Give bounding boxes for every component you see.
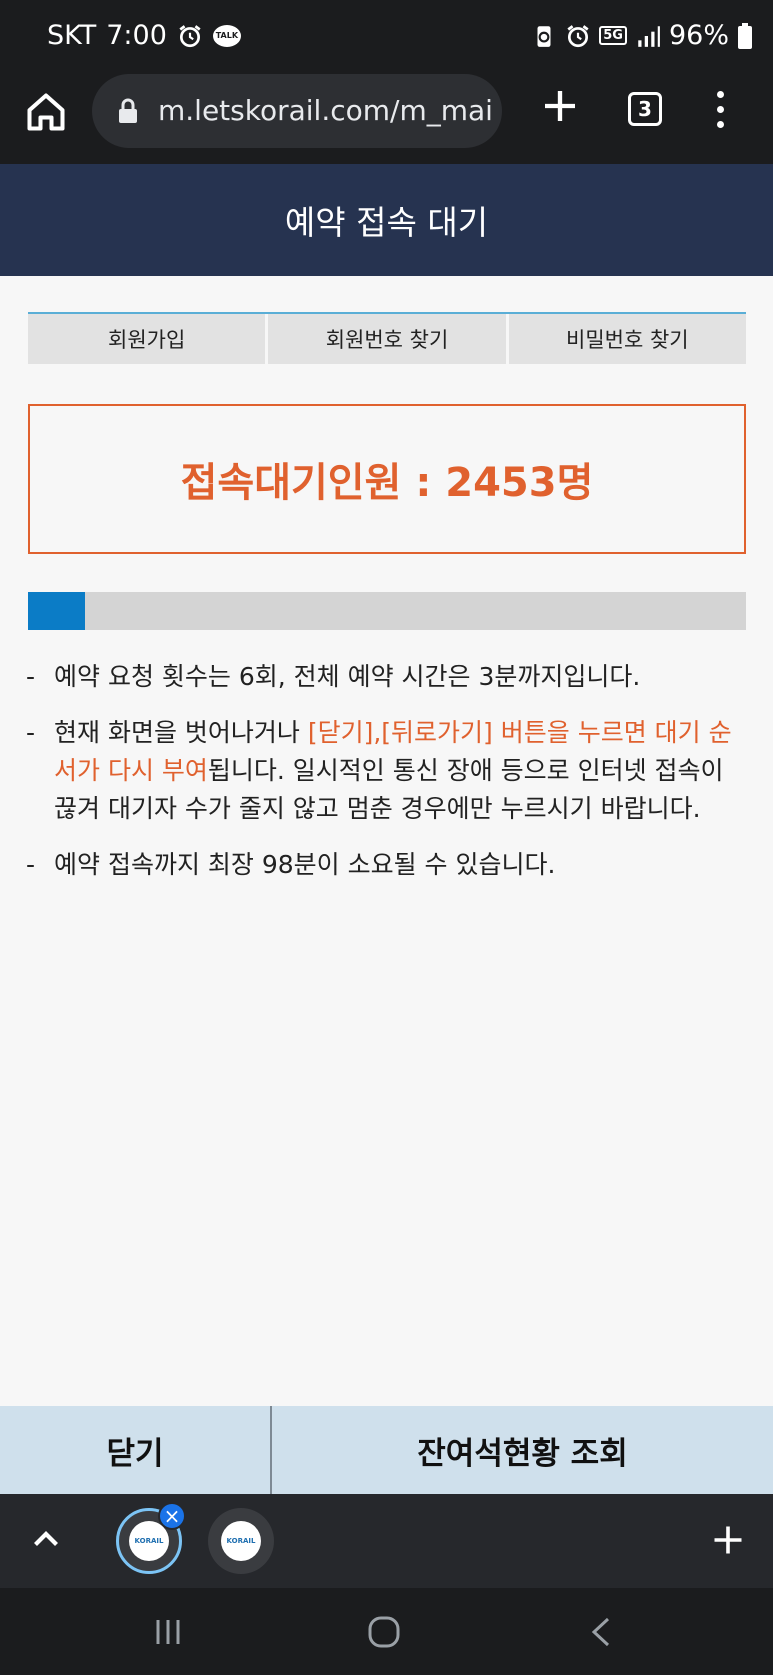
notice-text: 예약 접속까지 최장 98분이 소요될 수 있습니다.: [54, 850, 556, 879]
alarm-icon: [179, 24, 201, 47]
account-links: 회원가입 회원번호 찾기 비밀번호 찾기: [28, 312, 746, 364]
battery-icon: [738, 22, 752, 49]
queue-count-box: 접속대기인원 : 2453명: [28, 404, 746, 554]
bottom-action-bar: 닫기 잔여석현황 조회: [0, 1406, 773, 1494]
kakaotalk-icon: TALK: [212, 24, 241, 47]
url-bar[interactable]: m.letskorail.com/m_mai: [92, 74, 502, 148]
page-title: 예약 접속 대기: [0, 164, 773, 276]
recent-apps-icon[interactable]: [148, 1614, 188, 1650]
system-nav-bar: [0, 1588, 773, 1675]
notice-text: 현재 화면을 벗어나거나 [닫기],[뒤로가기] 버튼을 누르면 대기 순서가 …: [54, 718, 732, 823]
browser-toolbar: m.letskorail.com/m_mai 3: [0, 72, 773, 164]
alarm-icon: [567, 24, 589, 47]
notice-item: - 예약 요청 횟수는 6회, 전체 예약 시간은 3분까지입니다.: [26, 658, 746, 696]
web-page: 예약 접속 대기 회원가입 회원번호 찾기 비밀번호 찾기 접속대기인원 : 2…: [0, 164, 773, 1406]
recycle-battery-icon: [537, 25, 551, 47]
more-vert-icon[interactable]: [712, 88, 728, 132]
signal-icon: [638, 25, 660, 47]
status-left: SKT 7:00 TALK: [47, 20, 241, 51]
back-icon[interactable]: [582, 1614, 622, 1650]
queue-progress-bar: [28, 592, 746, 630]
seat-status-button[interactable]: 잔여석현황 조회: [272, 1406, 773, 1494]
home-circle-icon[interactable]: [364, 1614, 404, 1650]
battery-percent: 96%: [668, 20, 729, 51]
lock-icon: [119, 98, 137, 123]
close-button[interactable]: 닫기: [0, 1406, 272, 1494]
queue-progress-fill: [28, 592, 86, 630]
url-text[interactable]: m.letskorail.com/m_mai: [158, 94, 493, 127]
home-icon[interactable]: [24, 90, 68, 134]
find-password-link[interactable]: 비밀번호 찾기: [508, 314, 746, 364]
notice-item: - 현재 화면을 벗어나거나 [닫기],[뒤로가기] 버튼을 누르면 대기 순서…: [26, 714, 746, 828]
status-right: 5G 96%: [531, 20, 753, 51]
find-member-number-link[interactable]: 회원번호 찾기: [268, 314, 509, 364]
notice-list: - 예약 요청 횟수는 6회, 전체 예약 시간은 3분까지입니다. - 현재 …: [26, 658, 746, 902]
tab-switcher-button[interactable]: 3: [628, 92, 662, 126]
notice-item: - 예약 접속까지 최장 98분이 소요될 수 있습니다.: [26, 846, 746, 884]
status-bar: SKT 7:00 TALK 5G 96%: [0, 0, 773, 72]
tray-tab[interactable]: KORAIL: [208, 1508, 274, 1574]
tab-tray: KORAIL × KORAIL: [0, 1494, 773, 1588]
clock: 7:00: [106, 20, 167, 51]
carrier-label: SKT: [47, 20, 97, 51]
notice-text: 예약 요청 횟수는 6회, 전체 예약 시간은 3분까지입니다.: [54, 662, 641, 691]
plus-icon[interactable]: [710, 1522, 746, 1558]
signup-link[interactable]: 회원가입: [28, 314, 269, 364]
plus-icon[interactable]: [540, 86, 580, 126]
chevron-up-icon[interactable]: [28, 1522, 64, 1558]
network-type: 5G: [599, 26, 627, 45]
close-icon[interactable]: ×: [158, 1502, 186, 1530]
korail-favicon-icon: KORAIL: [221, 1521, 261, 1561]
queue-count-label: 접속대기인원 : 2453명: [180, 460, 594, 506]
